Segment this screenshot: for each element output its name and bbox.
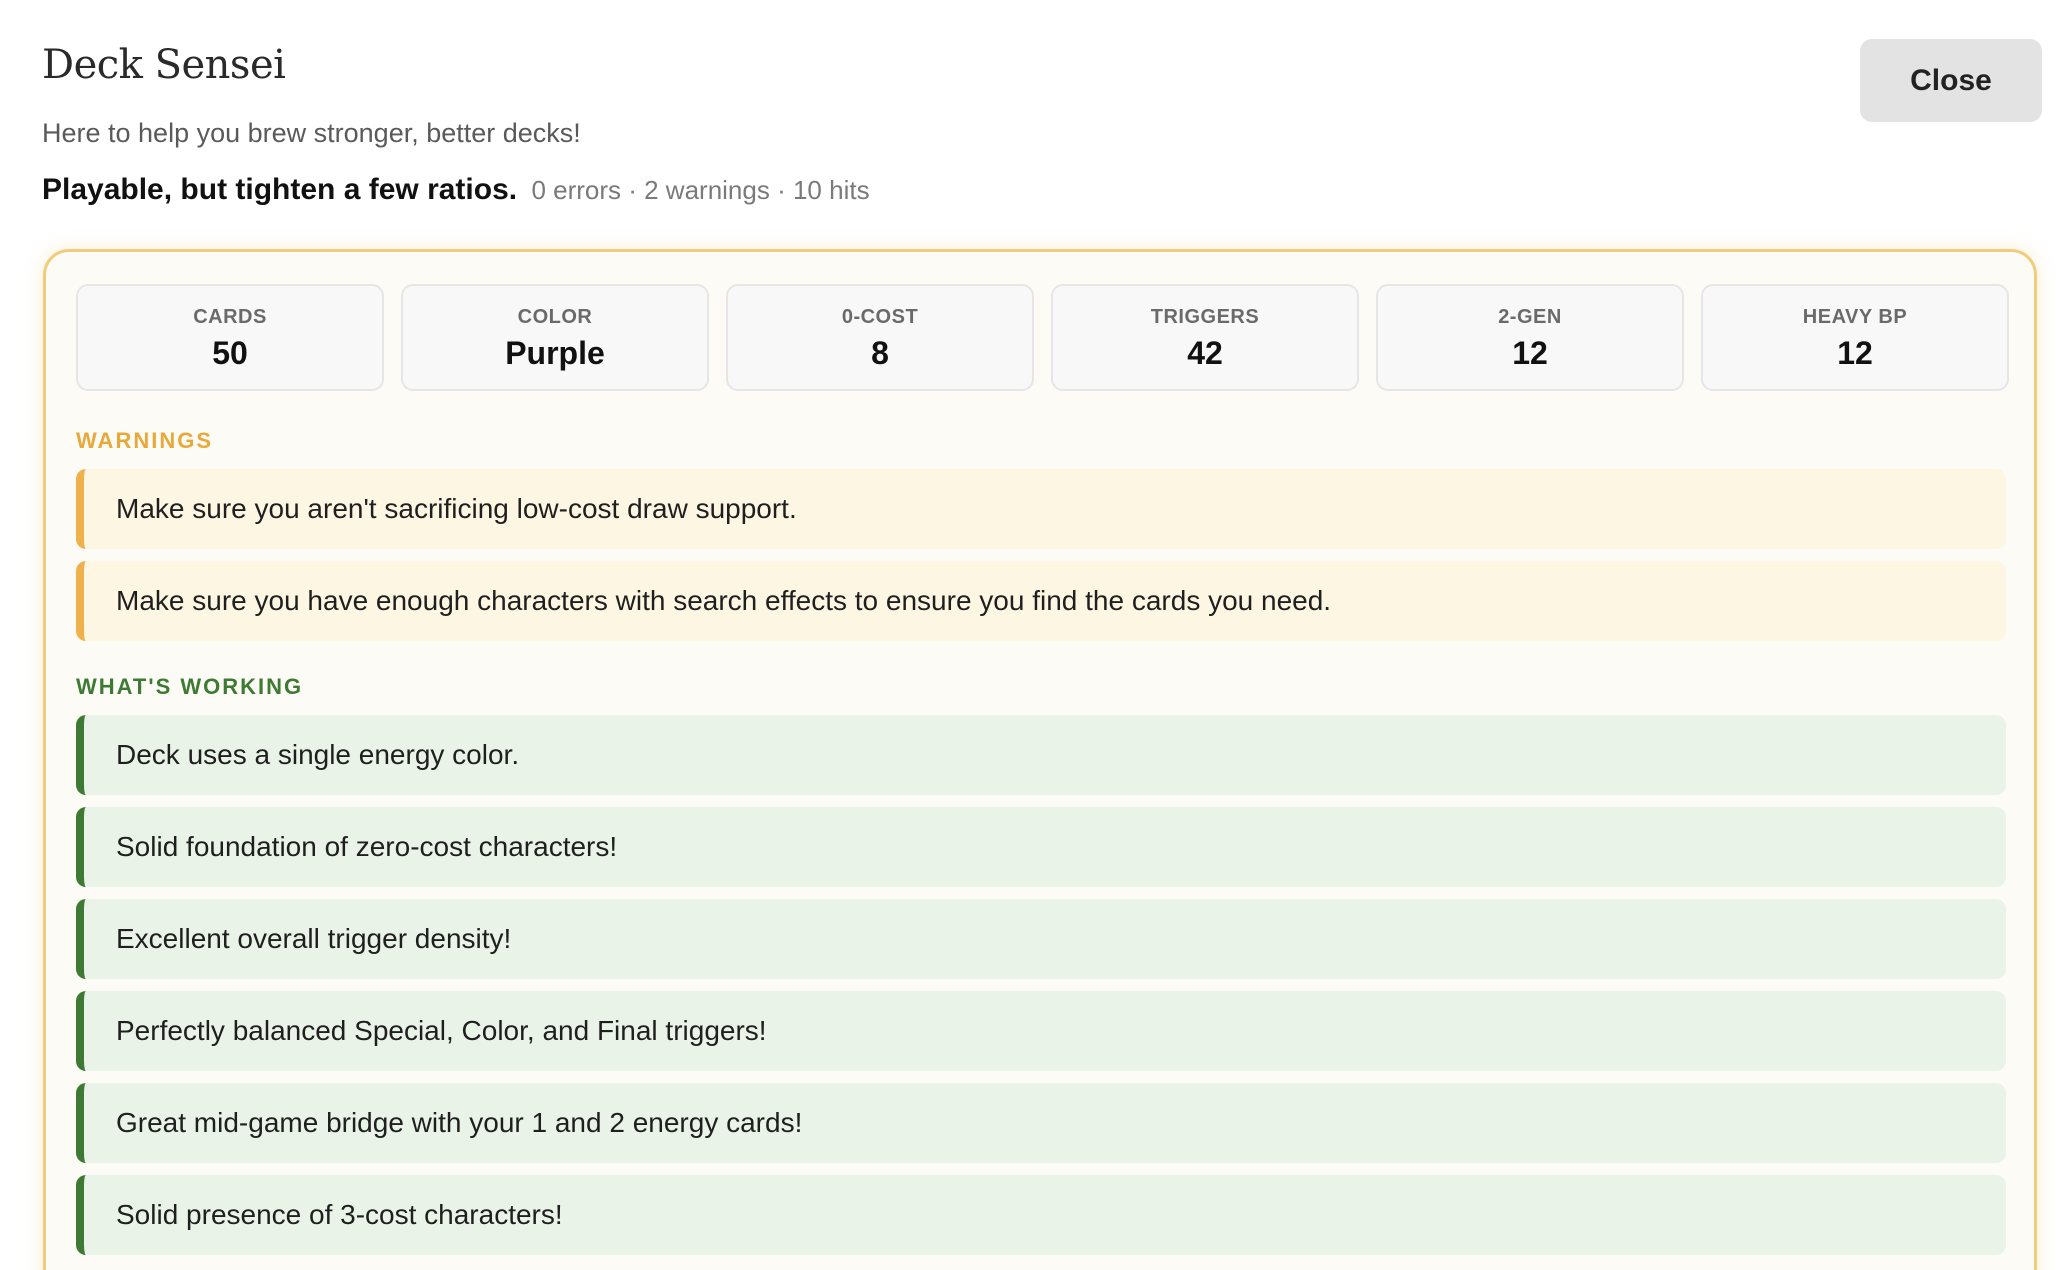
- stats-row: CARDS 50 COLOR Purple 0-COST 8 TRIGGERS …: [76, 284, 2009, 391]
- working-item: Solid presence of 3-cost characters!: [76, 1175, 2006, 1255]
- warning-item: Make sure you have enough characters wit…: [76, 561, 2006, 641]
- stat-color: COLOR Purple: [401, 284, 709, 391]
- analysis-panel: CARDS 50 COLOR Purple 0-COST 8 TRIGGERS …: [43, 249, 2037, 1270]
- working-item: Great mid-game bridge with your 1 and 2 …: [76, 1083, 2006, 1163]
- stat-value: Purple: [505, 335, 605, 371]
- deck-sensei-dialog: Deck Sensei Here to help you brew strong…: [0, 0, 2058, 1270]
- stat-two-gen: 2-GEN 12: [1376, 284, 1684, 391]
- whats-working-heading: WHAT'S WORKING: [76, 674, 304, 699]
- stat-value: 8: [871, 335, 889, 371]
- stat-heavy-bp: HEAVY BP 12: [1701, 284, 2009, 391]
- stat-label: HEAVY BP: [1802, 306, 1908, 328]
- stat-value: 12: [1512, 335, 1548, 371]
- stat-label: 0-COST: [841, 306, 919, 328]
- stat-zero-cost: 0-COST 8: [726, 284, 1034, 391]
- whats-working-list: Deck uses a single energy color. Solid f…: [76, 715, 2006, 1255]
- dialog-subtitle: Here to help you brew stronger, better d…: [42, 118, 581, 148]
- stat-label: CARDS: [193, 306, 267, 328]
- stat-cards: CARDS 50: [76, 284, 384, 391]
- stat-label: COLOR: [517, 306, 593, 328]
- working-item: Perfectly balanced Special, Color, and F…: [76, 991, 2006, 1071]
- close-button[interactable]: Close: [1860, 39, 2042, 122]
- working-item: Solid foundation of zero-cost characters…: [76, 807, 2006, 887]
- working-item: Deck uses a single energy color.: [76, 715, 2006, 795]
- stat-label: TRIGGERS: [1150, 306, 1260, 328]
- verdict-text: Playable, but tighten a few ratios.: [42, 173, 518, 206]
- warning-item: Make sure you aren't sacrificing low-cos…: [76, 469, 2006, 549]
- stat-triggers: TRIGGERS 42: [1051, 284, 1359, 391]
- dialog-title: Deck Sensei: [42, 42, 286, 88]
- working-item: Excellent overall trigger density!: [76, 899, 2006, 979]
- stat-value: 50: [212, 335, 248, 371]
- warnings-heading: WARNINGS: [76, 428, 213, 453]
- stat-value: 12: [1837, 335, 1873, 371]
- warnings-list: Make sure you aren't sacrificing low-cos…: [76, 469, 2006, 641]
- summary-line: Playable, but tighten a few ratios. 0 er…: [42, 173, 870, 207]
- issue-counts: 0 errors · 2 warnings · 10 hits: [531, 175, 870, 205]
- stat-value: 42: [1187, 335, 1223, 371]
- stat-label: 2-GEN: [1498, 306, 1562, 328]
